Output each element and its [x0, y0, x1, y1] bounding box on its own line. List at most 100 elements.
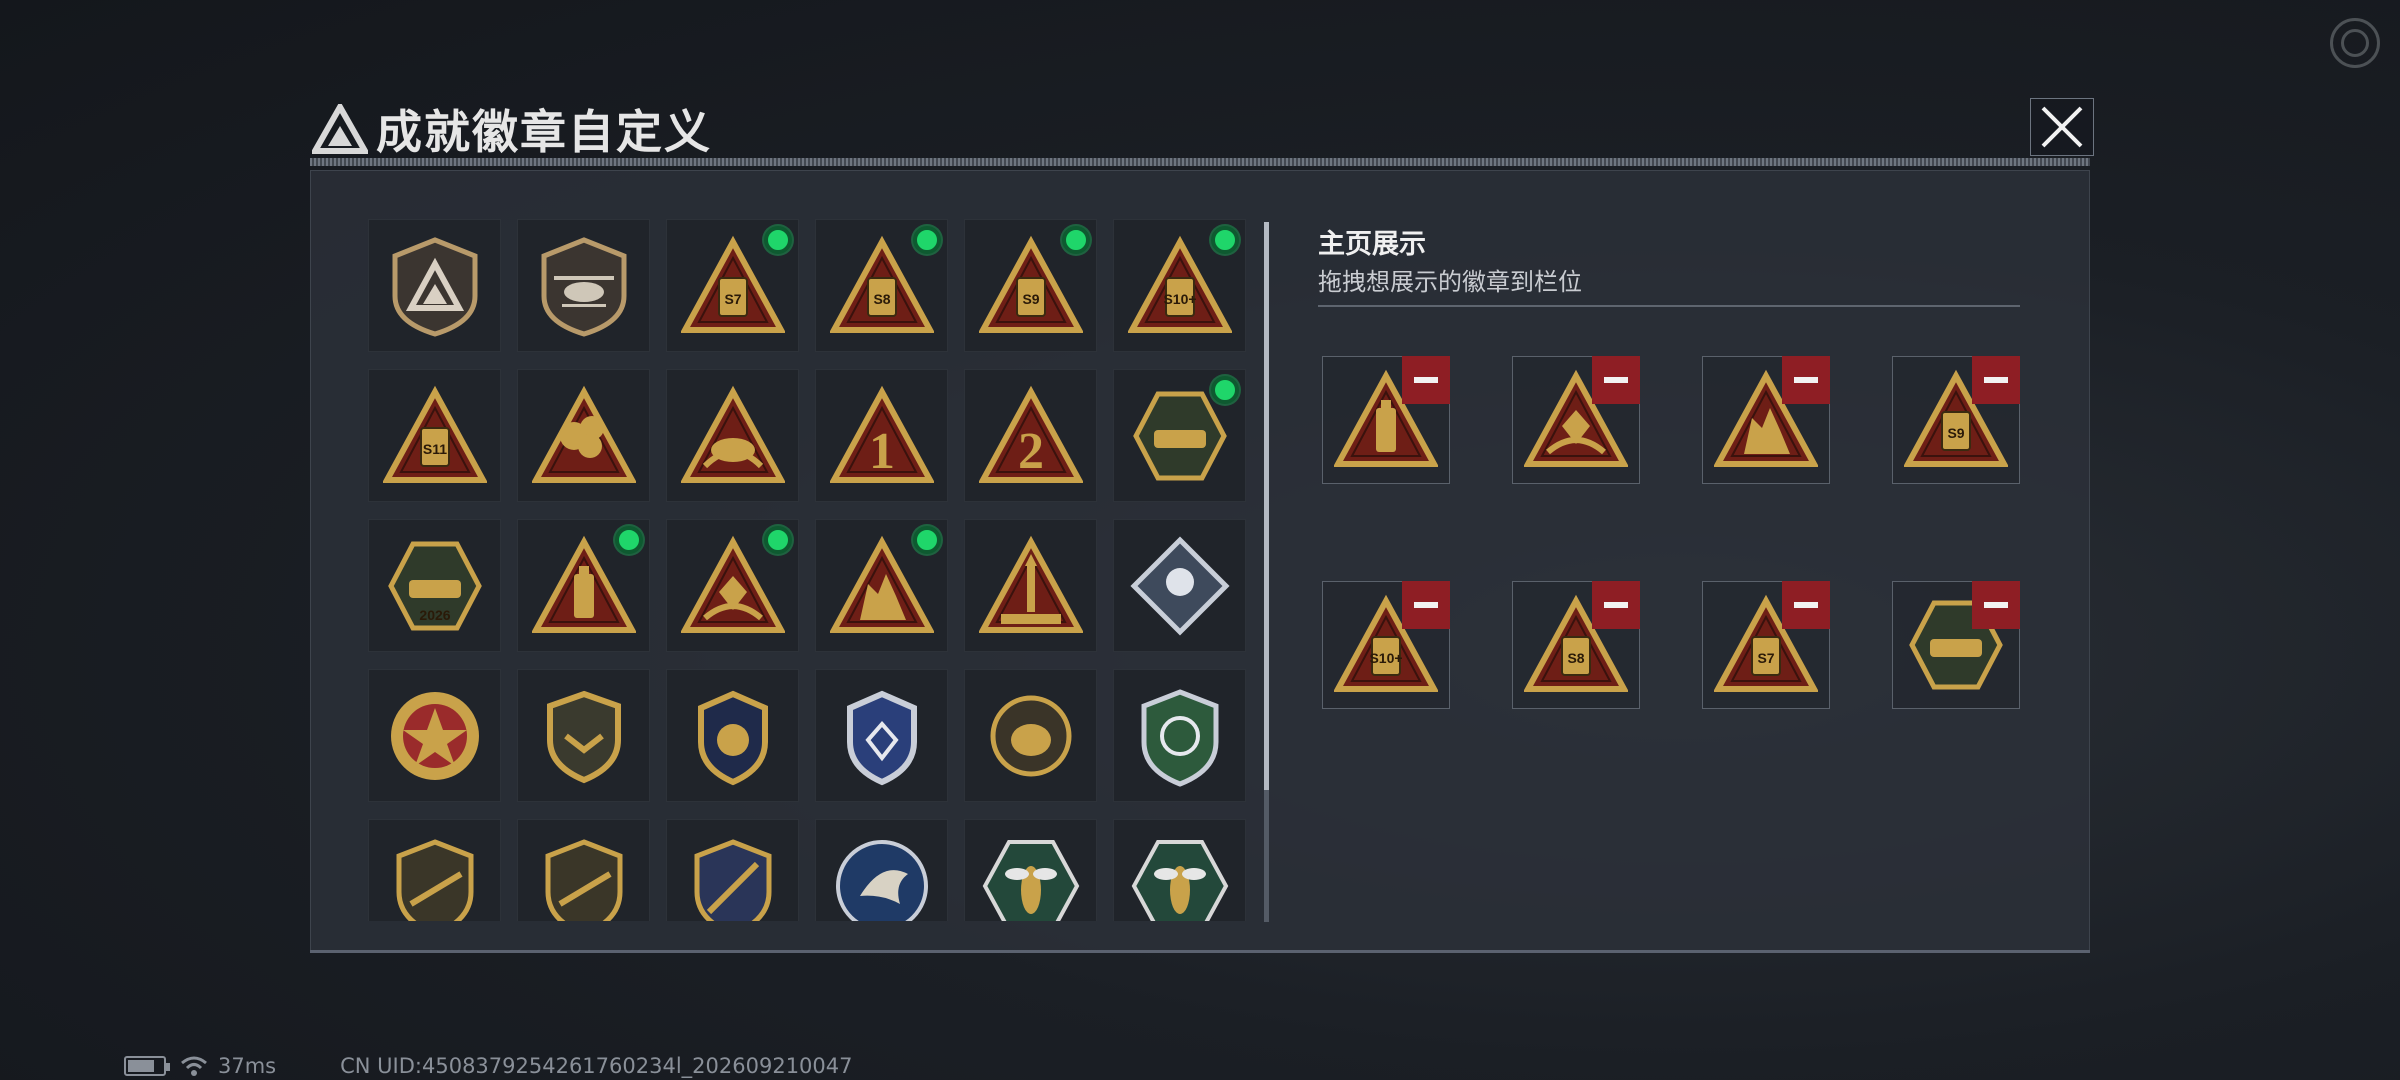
badge-cell[interactable] [964, 519, 1097, 652]
svg-text:S11: S11 [422, 441, 446, 457]
settings-ring-button[interactable] [2330, 18, 2380, 68]
explosion-badge-icon [531, 385, 636, 483]
badge-cell[interactable]: 2 [964, 369, 1097, 502]
rocket-badge-icon [978, 535, 1083, 633]
badge-cell[interactable] [666, 669, 799, 802]
badge-cell[interactable] [368, 819, 501, 921]
badge-cell[interactable] [517, 669, 650, 802]
remove-badge-button[interactable] [1402, 581, 1450, 629]
badge-cell[interactable]: S9 [964, 219, 1097, 352]
badge-cell[interactable] [666, 519, 799, 652]
showcase-slot[interactable]: S10+ [1322, 581, 1450, 709]
svg-text:S8: S8 [1567, 650, 1584, 666]
rank-2-badge-icon: 2 [978, 385, 1083, 483]
badge-cell[interactable]: S10+ [1113, 219, 1246, 352]
badge-cell[interactable]: S11 [368, 369, 501, 502]
eagle-badge-icon [835, 839, 928, 921]
svg-text:S8: S8 [873, 291, 890, 307]
badge-cell[interactable]: 2026 [368, 519, 501, 652]
badge-cell[interactable]: S8 [815, 219, 948, 352]
delta-force-2026-badge-icon: 2026 [387, 541, 482, 630]
status-bar: 37ms CN UID:4508379254261760234l_2026092… [124, 1054, 853, 1078]
badge-cell[interactable] [517, 819, 650, 921]
badge-grid-scrollbar-thumb[interactable] [1264, 222, 1269, 790]
badge-cell[interactable] [1113, 819, 1246, 921]
rank-1-badge-icon: 1 [829, 385, 934, 483]
badge-cell[interactable] [964, 819, 1097, 921]
badge-cell[interactable] [1113, 669, 1246, 802]
badge-cell[interactable] [368, 219, 501, 352]
showcase-slot[interactable] [1512, 356, 1640, 484]
round-skull-badge-icon [990, 695, 1071, 776]
green-rifle-shield-badge-icon [1141, 688, 1218, 787]
dialog-title-bar: 成就徽章自定义 [300, 92, 2090, 162]
rifle-badge-b-badge-icon [545, 838, 622, 921]
chevron-shield-badge-icon [546, 690, 621, 783]
showcase-subtitle: 拖拽想展示的徽章到栏位 [1318, 268, 1582, 296]
panel-bottom-edge [310, 950, 2090, 953]
showcase-slot[interactable] [1322, 356, 1450, 484]
diamond-rose-badge-icon [1129, 535, 1230, 636]
remove-badge-button[interactable] [1592, 356, 1640, 404]
showcase-slot[interactable]: S8 [1512, 581, 1640, 709]
showcase-slot[interactable] [1892, 581, 2020, 709]
svg-text:2026: 2026 [419, 607, 450, 623]
star-emblem-badge-icon [390, 691, 479, 780]
new-indicator-dot [764, 526, 792, 554]
new-indicator-dot [1062, 226, 1090, 254]
showcase-title: 主页展示 [1318, 229, 1426, 260]
wasp-a-badge-icon [982, 839, 1079, 921]
badge-cell[interactable]: 1 [815, 369, 948, 502]
badge-cell[interactable] [368, 669, 501, 802]
rifle-badge-a-badge-icon [396, 838, 473, 921]
wing-shield-gold-badge-icon [697, 690, 768, 785]
dialog-title: 成就徽章自定义 [376, 105, 712, 159]
helicopter-badge-icon [541, 236, 626, 337]
new-indicator-dot [913, 226, 941, 254]
badge-cell[interactable] [815, 669, 948, 802]
close-icon [2041, 106, 2083, 148]
uid-text: CN UID:4508379254261760234l_202609210047 [340, 1054, 853, 1078]
badge-cell[interactable] [666, 819, 799, 921]
svg-text:S7: S7 [1757, 650, 1774, 666]
svg-text:2: 2 [1018, 423, 1044, 480]
svg-text:S9: S9 [1947, 425, 1964, 441]
new-indicator-dot [1211, 376, 1239, 404]
new-indicator-dot [913, 526, 941, 554]
close-button[interactable] [2030, 98, 2094, 156]
remove-badge-button[interactable] [1782, 581, 1830, 629]
remove-badge-button[interactable] [1592, 581, 1640, 629]
svg-text:1: 1 [869, 423, 895, 480]
badge-cell[interactable] [964, 669, 1097, 802]
badge-cell[interactable] [1113, 369, 1246, 502]
svg-text:S10+: S10+ [1163, 291, 1196, 307]
showcase-slot[interactable] [1702, 356, 1830, 484]
remove-badge-button[interactable] [1972, 581, 2020, 629]
svg-text:S7: S7 [724, 291, 741, 307]
ping-text: 37ms [218, 1054, 277, 1078]
title-divider [310, 158, 2090, 166]
badge-cell[interactable] [666, 369, 799, 502]
remove-badge-button[interactable] [1972, 356, 2020, 404]
badge-grid: S7 S8 S9 S10+ S11 1 2 2026 [368, 219, 1253, 921]
hands-orb-badge-icon [680, 385, 785, 483]
new-indicator-dot [1211, 226, 1239, 254]
showcase-slot[interactable]: S9 [1892, 356, 2020, 484]
badge-cell[interactable] [1113, 519, 1246, 652]
badge-cell[interactable] [815, 819, 948, 921]
wasp-b-badge-icon [1131, 839, 1228, 921]
badge-cell[interactable] [517, 519, 650, 652]
badge-cell[interactable] [517, 369, 650, 502]
shield-delta-badge-icon [392, 236, 477, 337]
remove-badge-button[interactable] [1402, 356, 1450, 404]
season-s11-badge-icon: S11 [382, 385, 487, 483]
svg-text:S9: S9 [1022, 291, 1039, 307]
delta-logo-icon [312, 104, 368, 154]
showcase-divider [1318, 305, 2020, 307]
remove-badge-button[interactable] [1782, 356, 1830, 404]
badge-cell[interactable]: S7 [666, 219, 799, 352]
badge-cell[interactable] [815, 519, 948, 652]
showcase-slot[interactable]: S7 [1702, 581, 1830, 709]
new-indicator-dot [615, 526, 643, 554]
badge-cell[interactable] [517, 219, 650, 352]
